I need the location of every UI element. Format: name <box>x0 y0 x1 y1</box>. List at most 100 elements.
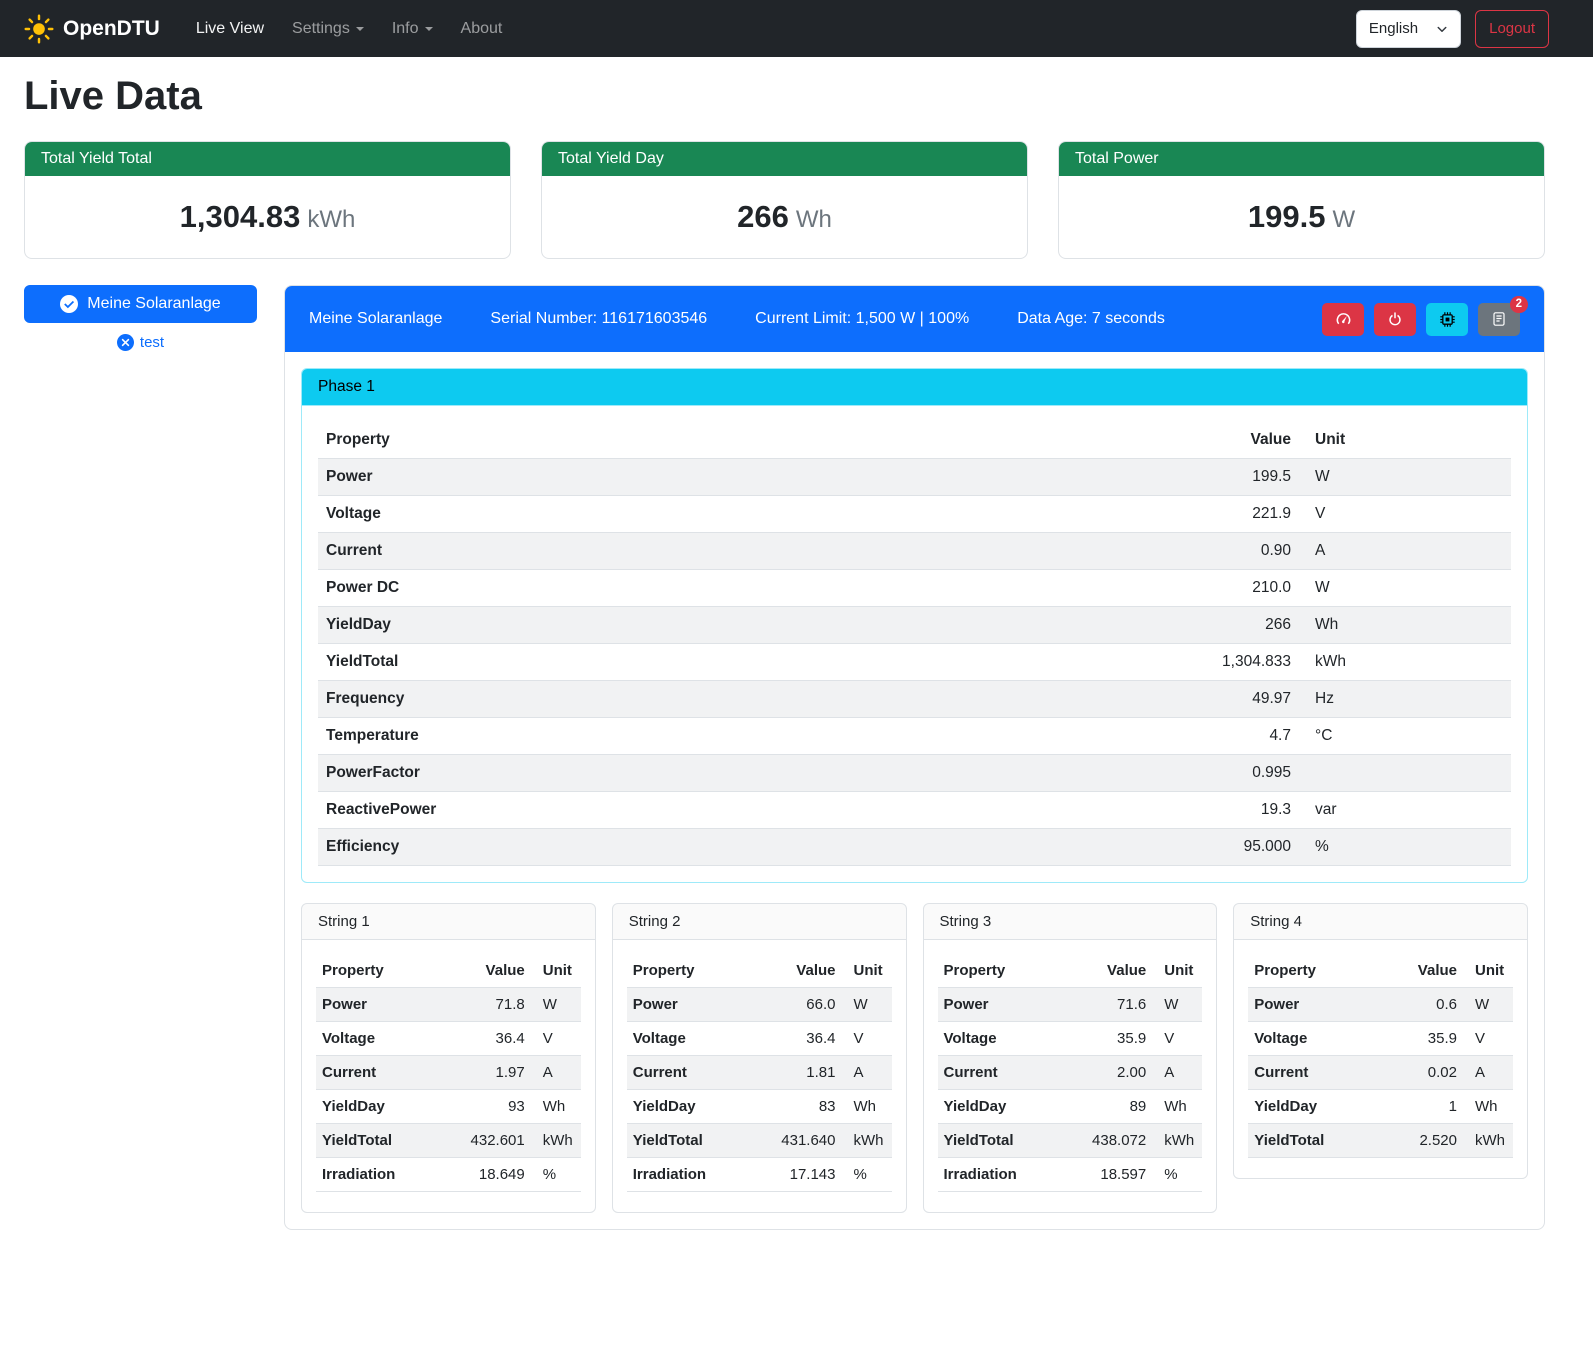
string-table: Property Value Unit Power71.6WVoltage35.… <box>938 954 1203 1192</box>
property-cell: YieldTotal <box>938 1124 1075 1158</box>
unit-cell <box>1299 755 1511 792</box>
summary-value: 266 <box>737 199 789 234</box>
phase-card-title: Phase 1 <box>302 369 1527 406</box>
unit-cell: V <box>842 1022 892 1056</box>
column-header-property: Property <box>938 954 1075 988</box>
value-cell: 431.640 <box>764 1124 842 1158</box>
unit-cell: Wh <box>531 1090 581 1124</box>
unit-cell: kWh <box>1299 644 1511 681</box>
string-table: Property Value Unit Power0.6WVoltage35.9… <box>1248 954 1513 1158</box>
phase-card: Phase 1 Property Value Unit Power199.5WV… <box>301 368 1528 883</box>
property-cell: YieldDay <box>1248 1090 1385 1124</box>
value-cell: 1,304.833 <box>1159 644 1299 681</box>
string-card-title: String 2 <box>613 904 906 940</box>
value-cell: 199.5 <box>1159 459 1299 496</box>
column-header-value: Value <box>1159 422 1299 459</box>
table-row: Voltage36.4V <box>627 1022 892 1056</box>
navbar-right: English Logout <box>1356 10 1549 48</box>
unit-cell: V <box>1299 496 1511 533</box>
column-header-value: Value <box>1385 954 1463 988</box>
string-card-2: String 2 Property Value Unit <box>612 903 907 1213</box>
brand-label: OpenDTU <box>63 17 160 41</box>
nav-info[interactable]: Info <box>378 12 447 46</box>
string-card-body: Property Value Unit Power66.0WVoltage36.… <box>613 940 906 1212</box>
table-row: Current1.81A <box>627 1056 892 1090</box>
value-cell: 0.02 <box>1385 1056 1463 1090</box>
inverter-item-test[interactable]: test <box>117 334 164 351</box>
nav-about[interactable]: About <box>447 12 517 46</box>
nav-live-view[interactable]: Live View <box>182 12 278 46</box>
power-icon <box>1387 311 1403 327</box>
power-settings-button[interactable] <box>1374 303 1416 336</box>
value-cell: 18.597 <box>1074 1158 1152 1192</box>
value-cell: 71.8 <box>453 988 531 1022</box>
nav-settings[interactable]: Settings <box>278 12 378 46</box>
value-cell: 49.97 <box>1159 681 1299 718</box>
inverter-select-button[interactable]: Meine Solaranlage <box>24 285 257 323</box>
limit-settings-button[interactable] <box>1322 303 1364 336</box>
inverter-item-test-label: test <box>140 334 164 351</box>
sun-icon <box>24 14 54 44</box>
speedometer-icon <box>1335 311 1352 328</box>
property-cell: YieldDay <box>318 607 1159 644</box>
brand[interactable]: OpenDTU <box>24 14 160 44</box>
phase-card-body: Property Value Unit Power199.5WVoltage22… <box>302 406 1527 882</box>
summary-card-body: 1,304.83kWh <box>25 176 510 258</box>
language-select[interactable]: English <box>1356 10 1461 48</box>
value-cell: 2.00 <box>1074 1056 1152 1090</box>
property-cell: ReactivePower <box>318 792 1159 829</box>
value-cell: 210.0 <box>1159 570 1299 607</box>
unit-cell: Wh <box>1152 1090 1202 1124</box>
string-table: Property Value Unit Power71.8WVoltage36.… <box>316 954 581 1192</box>
property-cell: YieldTotal <box>316 1124 453 1158</box>
value-cell: 19.3 <box>1159 792 1299 829</box>
unit-cell: % <box>1152 1158 1202 1192</box>
event-count-badge: 2 <box>1510 296 1528 314</box>
property-cell: Irradiation <box>938 1158 1075 1192</box>
unit-cell: V <box>1152 1022 1202 1056</box>
logout-button[interactable]: Logout <box>1475 10 1549 48</box>
value-cell: 89 <box>1074 1090 1152 1124</box>
value-cell: 83 <box>764 1090 842 1124</box>
unit-cell: Wh <box>842 1090 892 1124</box>
unit-cell: A <box>842 1056 892 1090</box>
table-row: YieldTotal431.640kWh <box>627 1124 892 1158</box>
phase-table: Property Value Unit Power199.5WVoltage22… <box>318 422 1511 866</box>
content-row: Meine Solaranlage test Meine Solaranlage… <box>24 285 1545 1230</box>
table-row: Temperature4.7°C <box>318 718 1511 755</box>
value-cell: 438.072 <box>1074 1124 1152 1158</box>
nav-links: Live View Settings Info About <box>182 12 517 46</box>
table-row: YieldDay1Wh <box>1248 1090 1513 1124</box>
unit-cell: A <box>531 1056 581 1090</box>
value-cell: 1 <box>1385 1090 1463 1124</box>
string-card-4: String 4 Property Value Unit <box>1233 903 1528 1179</box>
event-log-button[interactable]: 2 <box>1478 303 1520 336</box>
value-cell: 35.9 <box>1385 1022 1463 1056</box>
table-row: Current2.00A <box>938 1056 1203 1090</box>
unit-cell: var <box>1299 792 1511 829</box>
value-cell: 0.90 <box>1159 533 1299 570</box>
inverter-panel-body: Phase 1 Property Value Unit Power199.5WV… <box>285 352 1544 1229</box>
value-cell: 221.9 <box>1159 496 1299 533</box>
unit-cell: W <box>1152 988 1202 1022</box>
summary-card-total-yield-total: Total Yield Total 1,304.83kWh <box>24 141 511 259</box>
nav-info-label: Info <box>392 20 419 37</box>
table-row: Voltage221.9V <box>318 496 1511 533</box>
summary-unit: kWh <box>307 206 355 233</box>
inverter-selector-column: Meine Solaranlage test <box>24 285 257 351</box>
value-cell: 1.97 <box>453 1056 531 1090</box>
table-header-row: Property Value Unit <box>627 954 892 988</box>
table-row: YieldTotal1,304.833kWh <box>318 644 1511 681</box>
string-card-body: Property Value Unit Power71.6WVoltage35.… <box>924 940 1217 1212</box>
property-cell: Irradiation <box>316 1158 453 1192</box>
table-row: Current1.97A <box>316 1056 581 1090</box>
unit-cell: W <box>1299 459 1511 496</box>
summary-card-total-yield-day: Total Yield Day 266Wh <box>541 141 1028 259</box>
property-cell: Voltage <box>938 1022 1075 1056</box>
value-cell: 0.6 <box>1385 988 1463 1022</box>
unit-cell: V <box>531 1022 581 1056</box>
inverter-info-button[interactable] <box>1426 303 1468 336</box>
unit-cell: Wh <box>1463 1090 1513 1124</box>
value-cell: 35.9 <box>1074 1022 1152 1056</box>
summary-card-title: Total Yield Day <box>542 142 1027 176</box>
